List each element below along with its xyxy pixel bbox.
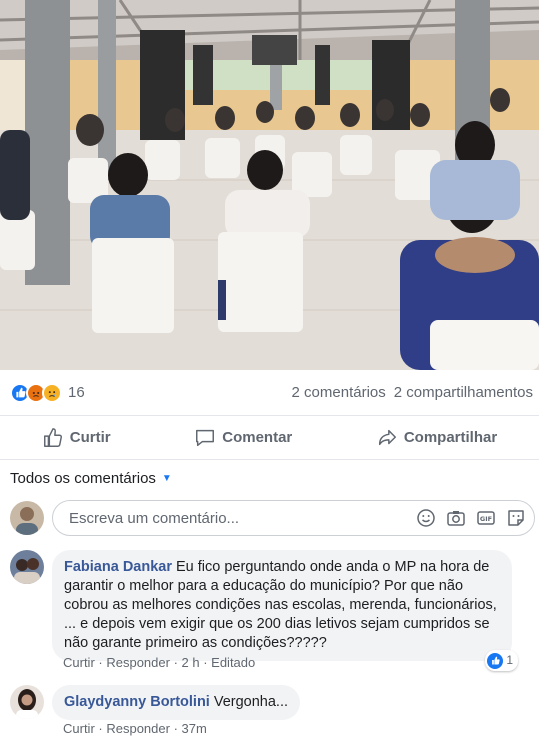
comment-reaction-count: 1 (506, 653, 513, 667)
post-actions: Curtir Comentar Compartilhar (0, 416, 539, 460)
comment-author-link[interactable]: Fabiana Dankar (64, 559, 172, 575)
thumbs-up-icon (43, 427, 62, 447)
comments-filter-dropdown[interactable]: Todos os comentários ▼ (10, 470, 172, 487)
comment-bubble: Glaydyanny Bortolini Vergonha... (52, 685, 301, 720)
like-button[interactable]: Curtir (42, 427, 111, 449)
comment-text: Vergonha... (213, 694, 289, 710)
like-button-label: Curtir (69, 429, 111, 446)
like-reaction-icon (487, 652, 504, 669)
comment-button-label: Comentar (222, 429, 293, 446)
comment-like-link[interactable]: Curtir (63, 721, 95, 736)
svg-text:GIF: GIF (480, 515, 492, 523)
comment-reply-link[interactable]: Responder (106, 655, 170, 670)
caret-down-icon: ▼ (161, 473, 172, 484)
speech-bubble-icon (196, 429, 215, 446)
meeting-photo-illustration (0, 0, 539, 370)
comment-timestamp[interactable]: 37m (182, 721, 207, 736)
current-user-avatar[interactable] (10, 501, 44, 535)
sad-reaction-icon (42, 382, 62, 403)
emoji-icon[interactable] (416, 508, 436, 528)
comment-meta: Curtir · Responder · 2 h · Editado (63, 655, 256, 670)
comment-button[interactable]: Comentar (194, 427, 292, 449)
comment-input-box: GIF (52, 500, 535, 536)
comment-bubble: Fabiana Dankar Eu fico perguntando onde a… (52, 550, 518, 671)
comment-item: Glaydyanny Bortolini Vergonha... (10, 685, 301, 720)
sticker-icon[interactable] (506, 508, 526, 528)
camera-icon[interactable] (446, 508, 466, 528)
reactions-summary-bar: 16 2 comentários 2 compartilhamentos (0, 370, 539, 416)
comment-item: Fabiana Dankar Eu fico perguntando onde a… (10, 550, 518, 671)
share-button[interactable]: Compartilhar (376, 427, 497, 449)
commenter-avatar[interactable] (10, 550, 44, 584)
comment-author-link[interactable]: Glaydyanny Bortolini (64, 694, 210, 710)
comment-like-link[interactable]: Curtir (63, 655, 95, 670)
gif-icon[interactable]: GIF (476, 508, 496, 528)
reaction-count[interactable]: 16 (68, 384, 85, 401)
commenter-avatar[interactable] (10, 685, 44, 719)
comment-reply-link[interactable]: Responder (106, 721, 170, 736)
reactions-summary[interactable]: 16 (10, 382, 85, 403)
comment-input[interactable] (67, 508, 416, 528)
comment-meta: Curtir · Responder · 37m (63, 721, 207, 736)
comments-filter-label: Todos os comentários (10, 470, 156, 487)
comments-count-link[interactable]: 2 comentários (292, 384, 386, 401)
comment-reactions[interactable]: 1 (485, 650, 518, 671)
shares-count-link[interactable]: 2 compartilhamentos (394, 384, 533, 401)
share-button-label: Compartilhar (403, 429, 498, 446)
comment-timestamp[interactable]: 2 h (182, 655, 200, 670)
post-photo[interactable] (0, 0, 539, 370)
comment-edited-label[interactable]: Editado (211, 655, 255, 670)
share-arrow-icon (378, 429, 396, 445)
comment-composer: GIF (10, 498, 535, 538)
